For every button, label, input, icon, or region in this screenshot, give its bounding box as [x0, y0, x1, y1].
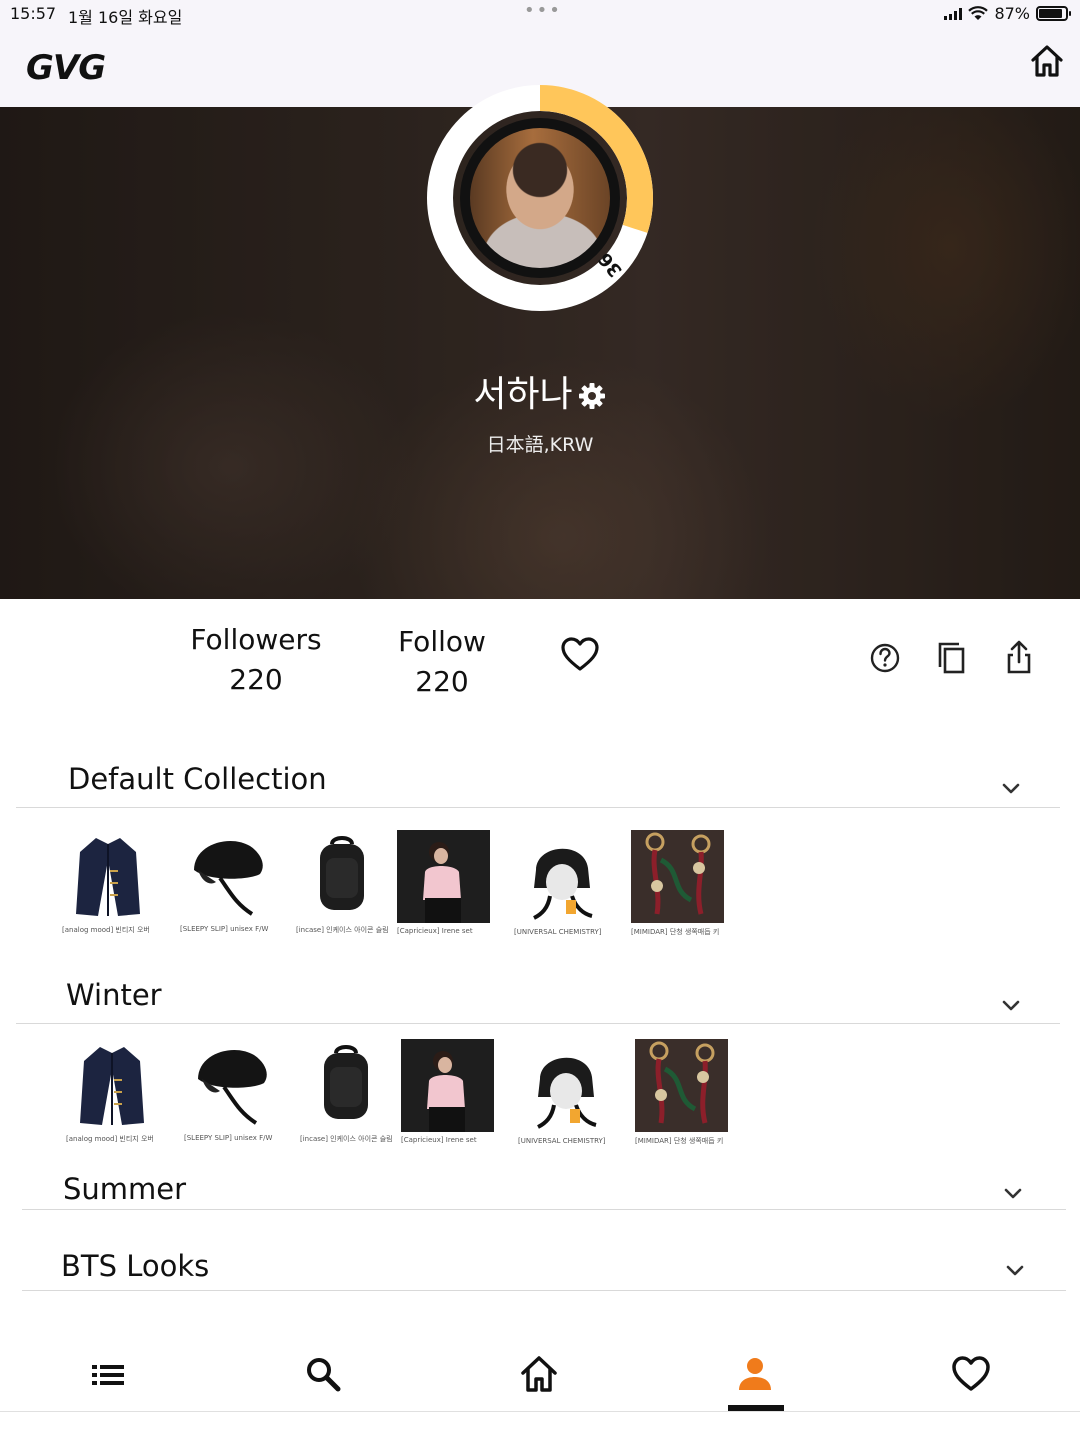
- product-caption: [UNIVERSAL CHEMISTRY]: [514, 928, 602, 936]
- bottom-navigation: [0, 1340, 1080, 1412]
- status-date: 1월 16일 화요일: [68, 8, 183, 27]
- profile-name: 서하나: [473, 374, 573, 415]
- product-thumbnail[interactable]: [296, 830, 389, 923]
- product-card[interactable]: [incase] 인케이스 아이콘 슬림: [296, 830, 392, 935]
- product-caption: [MIMIDAR] 단청 생쪽매듭 키: [631, 928, 720, 936]
- product-caption: [incase] 인케이스 아이콘 슬림: [300, 1135, 393, 1143]
- battery-percent: 87%: [994, 4, 1030, 23]
- followers-label: Followers: [190, 623, 322, 656]
- product-card[interactable]: [UNIVERSAL CHEMISTRY]: [518, 1039, 614, 1145]
- product-card[interactable]: [SLEEPY SLIP] unisex F/W: [184, 1039, 280, 1142]
- section-divider: [16, 807, 1060, 808]
- product-caption: [incase] 인케이스 아이콘 슬림: [296, 926, 389, 934]
- avatar[interactable]: [470, 128, 610, 268]
- multitask-dots-icon[interactable]: •••: [524, 2, 562, 20]
- app-logo[interactable]: GVG: [26, 48, 106, 88]
- section-divider: [16, 1023, 1060, 1024]
- follow-stat[interactable]: Follow 220: [370, 622, 514, 702]
- wifi-icon: [968, 6, 989, 20]
- product-card[interactable]: [UNIVERSAL CHEMISTRY]: [514, 830, 610, 936]
- section-divider: [22, 1209, 1066, 1210]
- help-circle-icon[interactable]: [865, 638, 905, 678]
- product-thumbnail[interactable]: [300, 1039, 393, 1132]
- product-card[interactable]: [Capricieux] Irene set: [397, 830, 493, 935]
- product-card[interactable]: [analog mood] 빈티지 오버: [66, 1039, 162, 1144]
- product-card[interactable]: [incase] 인케이스 아이콘 슬림: [300, 1039, 396, 1144]
- home-icon[interactable]: [1030, 44, 1064, 78]
- battery-icon: [1036, 6, 1071, 21]
- home-icon[interactable]: [519, 1354, 559, 1394]
- followers-count: 220: [229, 663, 283, 696]
- share-icon[interactable]: [999, 638, 1039, 678]
- bottom-nav-border: [0, 1411, 1080, 1412]
- product-card[interactable]: [Capricieux] Irene set: [401, 1039, 497, 1144]
- status-bar: 15:57 1월 16일 화요일 ••• 87%: [0, 0, 1080, 28]
- chevron-down-icon[interactable]: [1001, 782, 1021, 796]
- product-card[interactable]: [MIMIDAR] 단청 생쪽매듭 키: [635, 1039, 731, 1146]
- product-caption: [analog mood] 빈티지 오버: [66, 1135, 154, 1143]
- product-caption: [SLEEPY SLIP] unisex F/W: [180, 925, 269, 933]
- menu-icon[interactable]: [88, 1355, 128, 1395]
- collection-title[interactable]: BTS Looks: [61, 1249, 209, 1283]
- collection-title[interactable]: Winter: [66, 978, 162, 1012]
- follow-label: Follow: [398, 625, 486, 658]
- copy-icon[interactable]: [932, 638, 972, 678]
- collection-title[interactable]: Summer: [63, 1172, 186, 1206]
- section-divider: [22, 1290, 1066, 1291]
- gear-icon[interactable]: [577, 381, 607, 411]
- product-card[interactable]: [SLEEPY SLIP] unisex F/W: [180, 830, 276, 933]
- profile-icon[interactable]: [735, 1354, 775, 1394]
- product-thumbnail[interactable]: [631, 830, 724, 923]
- product-thumbnail[interactable]: [514, 830, 607, 923]
- product-card[interactable]: [analog mood] 빈티지 오버: [62, 830, 158, 935]
- status-time: 15:57: [10, 4, 57, 23]
- product-caption: [MIMIDAR] 단청 생쪽매듭 키: [635, 1137, 724, 1145]
- product-caption: [Capricieux] Irene set: [397, 927, 473, 935]
- product-card[interactable]: [MIMIDAR] 단청 생쪽매듭 키: [631, 830, 727, 937]
- product-caption: [analog mood] 빈티지 오버: [62, 926, 150, 934]
- search-icon[interactable]: [303, 1354, 343, 1394]
- product-thumbnail[interactable]: [184, 1039, 277, 1132]
- chevron-down-icon[interactable]: [1001, 999, 1021, 1013]
- product-thumbnail[interactable]: [180, 830, 273, 923]
- product-thumbnail[interactable]: [62, 830, 155, 923]
- collection-title[interactable]: Default Collection: [68, 762, 327, 796]
- signal-icon: [944, 7, 963, 20]
- product-thumbnail[interactable]: [401, 1039, 494, 1132]
- profile-name-row: 서하나: [0, 365, 1080, 417]
- product-caption: [SLEEPY SLIP] unisex F/W: [184, 1134, 273, 1142]
- product-caption: [Capricieux] Irene set: [401, 1136, 477, 1144]
- product-thumbnail[interactable]: [66, 1039, 159, 1132]
- profile-language-currency: 日本語,KRW: [486, 434, 594, 456]
- product-thumbnail[interactable]: [518, 1039, 611, 1132]
- product-thumbnail[interactable]: [635, 1039, 728, 1132]
- chevron-down-icon[interactable]: [1005, 1264, 1025, 1278]
- product-thumbnail[interactable]: [397, 830, 490, 923]
- followers-stat[interactable]: Followers 220: [176, 620, 336, 700]
- product-caption: [UNIVERSAL CHEMISTRY]: [518, 1137, 606, 1145]
- heart-icon[interactable]: [951, 1354, 991, 1394]
- heart-outline-icon[interactable]: [560, 635, 600, 675]
- chevron-down-icon[interactable]: [1003, 1187, 1023, 1201]
- follow-count: 220: [415, 665, 469, 698]
